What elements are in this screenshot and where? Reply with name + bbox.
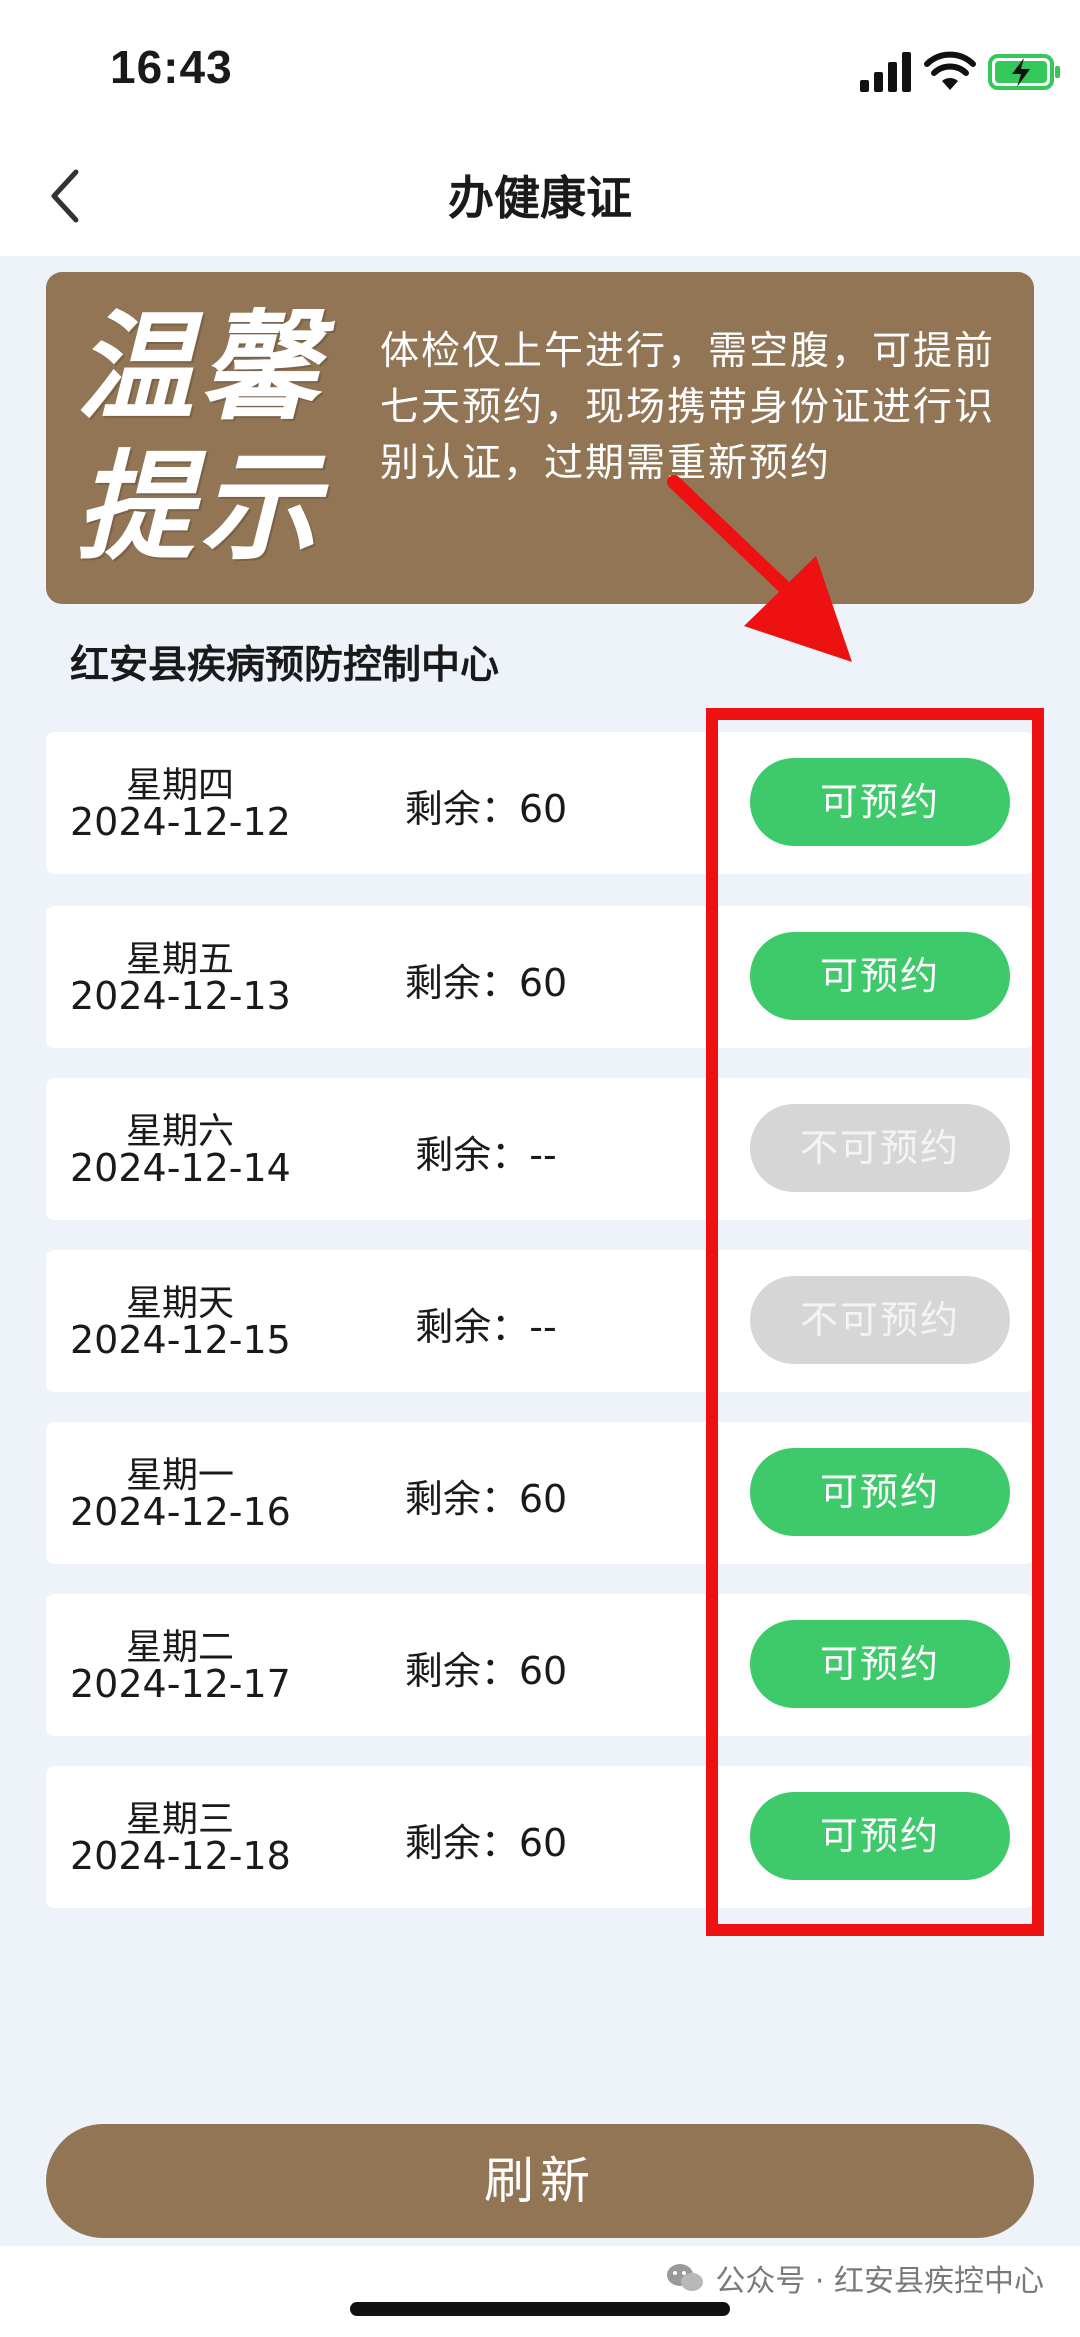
slot-date: 2024-12-14	[70, 1146, 291, 1190]
center-name: 红安县疾病预防控制中心	[70, 643, 500, 688]
slot-date: 2024-12-13	[70, 974, 291, 1018]
annotation-arrow-icon	[667, 475, 852, 662]
slot-date: 2024-12-18	[70, 1834, 291, 1878]
wechat-icon	[667, 2264, 704, 2291]
refresh-button[interactable]: 刷新	[46, 2124, 1034, 2238]
annotation-highlight-box	[706, 708, 1044, 1936]
notice-text: 体检仅上午进行，需空腹，可提前七天预约，现场携带身份证进行识别认证，过期需重新预…	[380, 329, 996, 486]
slot-date: 2024-12-12	[70, 800, 291, 844]
notice-title-line1: 温馨	[76, 298, 325, 436]
slot-remaining: 剩余：--	[415, 1305, 557, 1349]
status-bar: 16:43	[0, 0, 1080, 140]
notice-title-line2: 提示	[76, 438, 325, 576]
notice-banner: 温馨 提示 体检仅上午进行，需空腹，可提前七天预约，现场携带身份证进行识别认证，…	[46, 272, 1034, 604]
status-time: 16:43	[110, 41, 233, 93]
watermark: 公众号 · 红安县疾控中心	[665, 2256, 1044, 2300]
slot-remaining: 剩余：--	[415, 1133, 557, 1177]
signal-icon	[860, 52, 911, 92]
wifi-icon	[924, 51, 976, 90]
nav-header: 办健康证	[0, 140, 1080, 256]
slot-date: 2024-12-17	[70, 1662, 291, 1706]
slot-remaining: 剩余：60	[404, 961, 568, 1005]
slot-remaining: 剩余：60	[404, 787, 568, 831]
slot-date: 2024-12-15	[70, 1318, 291, 1362]
battery-charging-icon	[988, 54, 1060, 90]
bottom-bar: 公众号 · 红安县疾控中心	[0, 2246, 1080, 2337]
home-indicator	[350, 2302, 730, 2316]
slot-date: 2024-12-16	[70, 1490, 291, 1534]
slot-remaining: 剩余：60	[404, 1821, 568, 1865]
page-title: 办健康证	[448, 171, 632, 225]
slot-remaining: 剩余：60	[404, 1477, 568, 1521]
watermark-text: 公众号 · 红安县疾控中心	[715, 2264, 1044, 2299]
slot-remaining: 剩余：60	[404, 1649, 568, 1693]
